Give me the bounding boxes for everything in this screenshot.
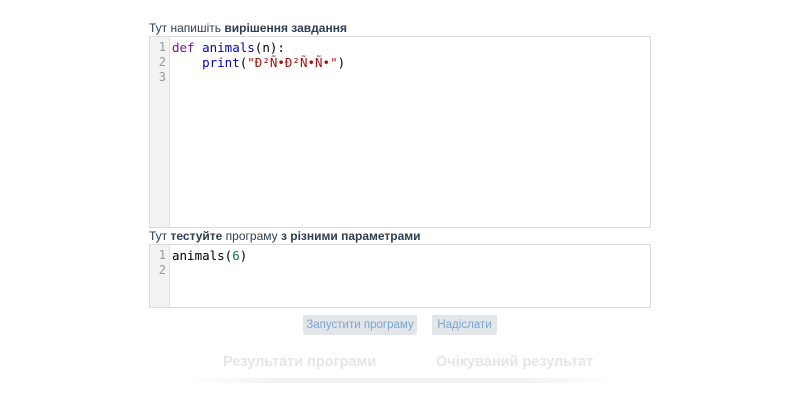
results-divider (185, 378, 615, 383)
test-code-editor[interactable]: 1 2 animals(6) (149, 244, 651, 308)
test-caption-mid: програму (222, 229, 281, 243)
line-number: 1 (158, 248, 166, 262)
string-literal: "Ð²Ñ•Ð²Ñ•Ñ•" (247, 55, 338, 70)
test-caption: Тут тестуйте програму з різними параметр… (149, 229, 421, 243)
expected-result-heading: Очікуваний результат (436, 354, 594, 370)
solution-caption-prefix: Тут напишіть (149, 21, 225, 35)
code-line[interactable]: def animals(n): (172, 40, 285, 55)
code-line[interactable]: print("Ð²Ñ•Ð²Ñ•Ñ•") (172, 55, 345, 70)
test-caption-prefix: Тут (149, 229, 171, 243)
number-literal: 6 (232, 248, 240, 263)
solution-caption: Тут напишіть вирішення завдання (149, 21, 347, 35)
line-number-gutter: 1 2 (150, 245, 170, 307)
keyword: def (172, 40, 195, 55)
line-number-gutter: 1 2 3 (150, 37, 170, 227)
solution-code-editor[interactable]: 1 2 3 def animals(n): print("Ð²Ñ•Ð²Ñ•Ñ•"… (149, 36, 651, 228)
line-number: 3 (158, 70, 166, 84)
run-program-button[interactable]: Запустити програму (303, 315, 417, 335)
paren-close: ) (239, 248, 248, 263)
function-call: animals( (172, 248, 233, 263)
solution-caption-bold: вирішення завдання (224, 21, 347, 35)
line-number: 1 (158, 40, 166, 54)
submit-button[interactable]: Надіслати (432, 315, 497, 335)
program-results-heading: Результати програми (223, 354, 377, 370)
function-name: animals (202, 40, 255, 55)
params: (n): (254, 40, 285, 55)
test-caption-bold2: з різними параметрами (280, 229, 421, 243)
paren-close: ) (337, 55, 346, 70)
function-name: print (202, 55, 240, 70)
test-caption-bold1: тестуйте (170, 229, 223, 243)
line-number: 2 (158, 263, 166, 277)
line-number: 2 (158, 55, 166, 69)
code-line[interactable]: animals(6) (172, 248, 247, 263)
